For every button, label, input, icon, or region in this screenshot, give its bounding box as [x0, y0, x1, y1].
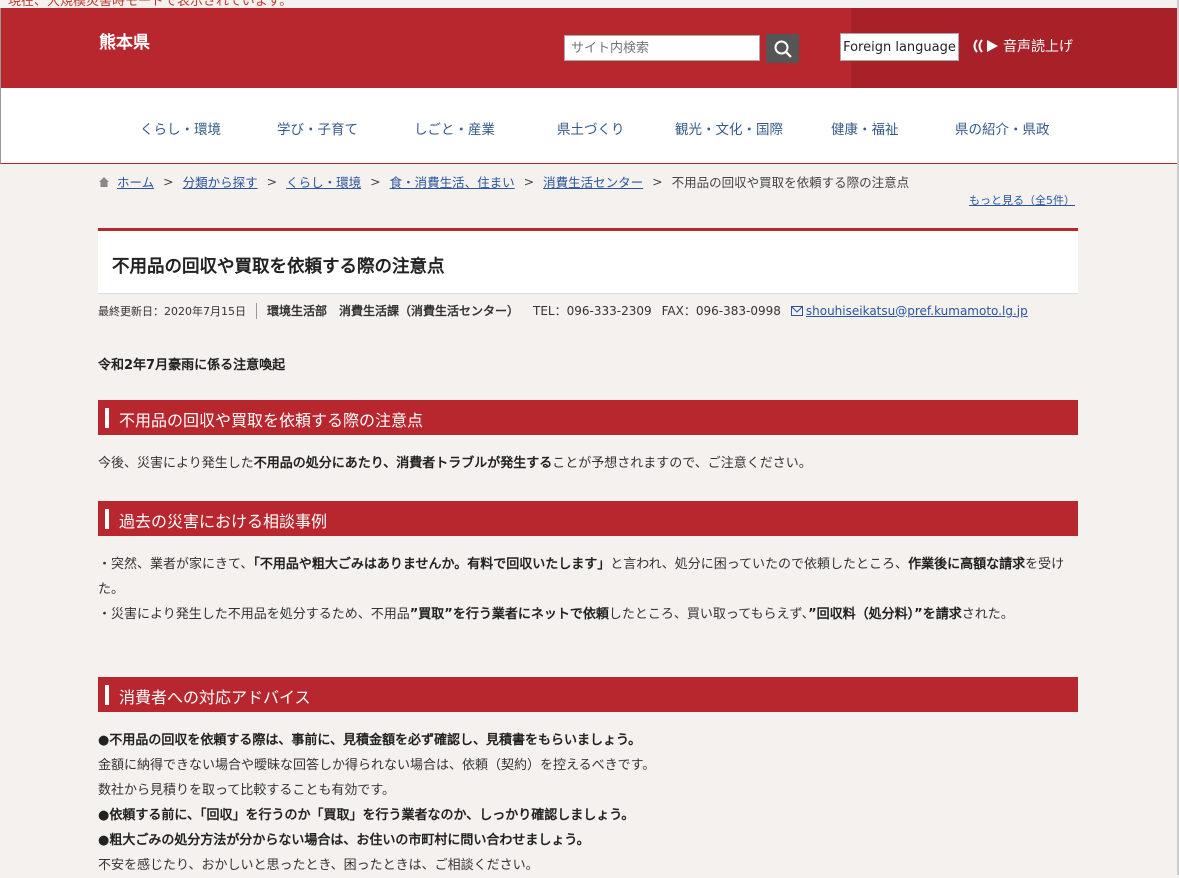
nav-item-education[interactable]: 学び・子育て: [277, 118, 358, 138]
breadcrumb-food-consumer-housing[interactable]: 食・消費生活、住まい: [390, 172, 515, 191]
site-logo[interactable]: 熊本県: [99, 28, 150, 53]
nav-item-work-industry[interactable]: しごと・産業: [414, 118, 495, 138]
search-button[interactable]: [766, 34, 799, 63]
text-fragment: ・災害により発生した不用品を処分するため、不用品: [98, 607, 410, 622]
text-fragment: ・突然、業者が家にきて、: [98, 557, 254, 572]
breadcrumb-separator: >: [370, 174, 381, 189]
search-input[interactable]: [564, 35, 760, 61]
more-link[interactable]: もっと見る（全5件）: [969, 192, 1075, 208]
foreign-language-button[interactable]: Foreign language: [840, 33, 959, 61]
emphasis-text: ”回収料（処分料）”を請求: [808, 607, 962, 622]
emphasis-text: ”買取”を行う業者にネットで依頼: [409, 607, 609, 622]
emphasis-text: 作業後に高額な請求: [908, 557, 1026, 572]
nav-item-prefecture-info[interactable]: 県の紹介・県政: [955, 118, 1050, 138]
home-icon: [99, 176, 109, 187]
advice-6: 不安を感じたり、おかしいと思ったとき、困ったときは、ご相談ください。: [98, 858, 539, 873]
text-fragment: したところ、買い取ってもらえず、: [608, 607, 809, 622]
disaster-mode-notice-text: 現在、大規模災害時モードで表示されています。: [8, 0, 293, 8]
email-address: shouhiseikatsu@pref.kumamoto.lg.jp: [805, 303, 1028, 318]
fax: FAX：096-383-0998: [661, 304, 781, 318]
advice-1: ●不用品の回収を依頼する際は、事前に、見積金額を必ず確認し、見積書をもらいましょ…: [98, 733, 642, 748]
section-heading-text: 不用品の回収や買取を依頼する際の注意点: [119, 411, 424, 430]
case-1: ・突然、業者が家にきて、「不用品や粗大ごみはありませんか。有料で回収いたします」…: [98, 552, 1078, 602]
last-updated: 最終更新日：2020年7月15日: [98, 302, 257, 319]
section-heading-text: 消費者への対応アドバイス: [119, 688, 311, 707]
disaster-mode-notice: 現在、大規模災害時モードで表示されています。: [0, 0, 1179, 8]
tel: TEL：096-333-2309: [533, 304, 652, 318]
page-title: 不用品の回収や買取を依頼する際の注意点: [112, 257, 445, 277]
advice-2: 金額に納得できない場合や曖昧な回答しか得られない場合は、依頼（契約）を控えるべき…: [98, 758, 656, 773]
emphasis-text: 不用品の処分にあたり、消費者トラブルが発生する: [253, 456, 553, 471]
page-title-box: 不用品の回収や買取を依頼する際の注意点: [98, 228, 1078, 294]
section-heading-past-cases: 過去の災害における相談事例: [98, 501, 1078, 536]
breadcrumb-separator: >: [163, 174, 174, 189]
speaker-icon: [973, 39, 998, 53]
breadcrumb-separator: >: [652, 174, 663, 189]
alert-subheading: 令和2年7月豪雨に係る注意喚起: [98, 358, 286, 373]
global-nav: くらし・環境 学び・子育て しごと・産業 県土づくり 観光・文化・国際 健康・福…: [0, 88, 1178, 164]
department: 環境生活部 消費生活課（消費生活センター）: [267, 304, 520, 318]
advice-4: ●依頼する前に、「回収」を行うのか「買取」を行う業者なのか、しっかり確認しましょ…: [98, 808, 635, 823]
breadcrumb-separator: >: [523, 174, 535, 189]
emphasis-text: 「不用品や粗大ごみはありませんか。有料で回収いたします」: [253, 557, 611, 572]
nav-item-infrastructure[interactable]: 県土づくり: [557, 118, 625, 138]
email-link[interactable]: shouhiseikatsu@pref.kumamoto.lg.jp: [790, 303, 1028, 318]
page-meta: 最終更新日：2020年7月15日 環境生活部 消費生活課（消費生活センター） T…: [98, 302, 1028, 319]
breadcrumb-current: 不用品の回収や買取を依頼する際の注意点: [671, 175, 910, 190]
nav-item-health-welfare[interactable]: 健康・福祉: [831, 118, 899, 138]
breadcrumb-consumer-center[interactable]: 消費生活センター: [543, 172, 643, 191]
search-icon: [774, 40, 792, 58]
case-2: ・災害により発生した不用品を処分するため、不用品”買取”を行う業者にネットで依頼…: [98, 602, 1078, 627]
breadcrumb-home[interactable]: ホーム: [117, 172, 154, 191]
read-aloud-label: 音声読上げ: [1003, 39, 1073, 55]
nav-item-tourism-culture[interactable]: 観光・文化・国際: [675, 118, 783, 138]
breadcrumb-life-environment[interactable]: くらし・環境: [286, 172, 361, 191]
text-fragment: と言われ、処分に困っていたので依頼したところ、: [610, 557, 909, 572]
text-fragment: された。: [961, 607, 1014, 622]
nav-item-life-environment[interactable]: くらし・環境: [140, 118, 221, 138]
section-heading-advice: 消費者への対応アドバイス: [98, 677, 1078, 712]
read-aloud-button[interactable]: 音声読上げ: [971, 36, 1073, 56]
breadcrumb-by-category[interactable]: 分類から探す: [183, 172, 258, 191]
section-heading-text: 過去の災害における相談事例: [119, 512, 328, 531]
text-fragment: ことが予想されますので、ご注意ください。: [552, 456, 812, 471]
mail-icon: [790, 305, 803, 316]
section-heading-caution: 不用品の回収や買取を依頼する際の注意点: [98, 400, 1078, 435]
advice-5: ●粗大ごみの処分方法が分からない場合は、お住いの市町村に問い合わせましょう。: [98, 833, 590, 848]
breadcrumb: ホーム > 分類から探す > くらし・環境 > 食・消費生活、住まい > 消費生…: [98, 172, 909, 191]
caution-paragraph: 今後、災害により発生した不用品の処分にあたり、消費者トラブルが発生することが予想…: [98, 451, 812, 476]
text-fragment: 今後、災害により発生した: [98, 456, 254, 471]
advice-3: 数社から見積りを取って比較することも有効です。: [98, 783, 396, 798]
breadcrumb-separator: >: [266, 174, 278, 189]
site-header: 熊本県 Foreign language 音声読上げ: [0, 8, 1178, 88]
